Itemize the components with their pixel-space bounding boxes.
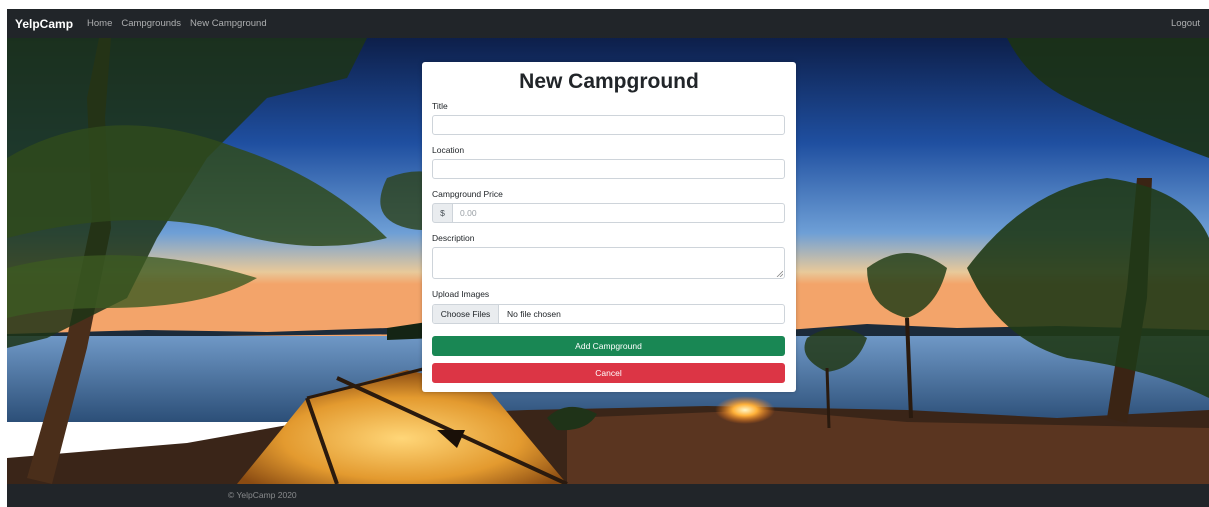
logout-link[interactable]: Logout: [1171, 18, 1200, 29]
footer: © YelpCamp 2020: [7, 484, 1209, 507]
new-campground-card: New Campground Title Location Campground…: [422, 62, 796, 392]
title-input[interactable]: [432, 115, 785, 135]
page: YelpCamp Home Campgrounds New Campground…: [7, 9, 1209, 507]
footer-copyright: © YelpCamp 2020: [228, 490, 297, 500]
add-campground-button[interactable]: Add Campground: [432, 336, 785, 356]
currency-addon: $: [432, 203, 453, 223]
location-input[interactable]: [432, 159, 785, 179]
title-label: Title: [432, 101, 448, 111]
nav-link-home[interactable]: Home: [87, 18, 112, 29]
brand-link[interactable]: YelpCamp: [15, 17, 73, 31]
description-label: Description: [432, 233, 475, 243]
nav-link-new-campground[interactable]: New Campground: [190, 18, 267, 29]
page-title: New Campground: [519, 70, 699, 93]
choose-files-button[interactable]: Choose Files: [433, 305, 499, 323]
price-input[interactable]: 0.00: [453, 203, 785, 223]
location-label: Location: [432, 145, 465, 155]
resize-grip-icon[interactable]: [776, 270, 783, 277]
price-input-group: $ 0.00: [432, 203, 785, 223]
nav-link-campgrounds[interactable]: Campgrounds: [121, 18, 181, 29]
navbar: YelpCamp Home Campgrounds New Campground…: [7, 9, 1209, 38]
file-status-text: No file chosen: [507, 309, 561, 319]
upload-images-label: Upload Images: [432, 289, 490, 299]
file-upload-input[interactable]: Choose Files No file chosen: [432, 304, 785, 324]
price-label: Campground Price: [432, 189, 503, 199]
description-textarea[interactable]: [432, 247, 785, 279]
cancel-button[interactable]: Cancel: [432, 363, 785, 383]
navbar-right: Logout: [1171, 9, 1200, 38]
